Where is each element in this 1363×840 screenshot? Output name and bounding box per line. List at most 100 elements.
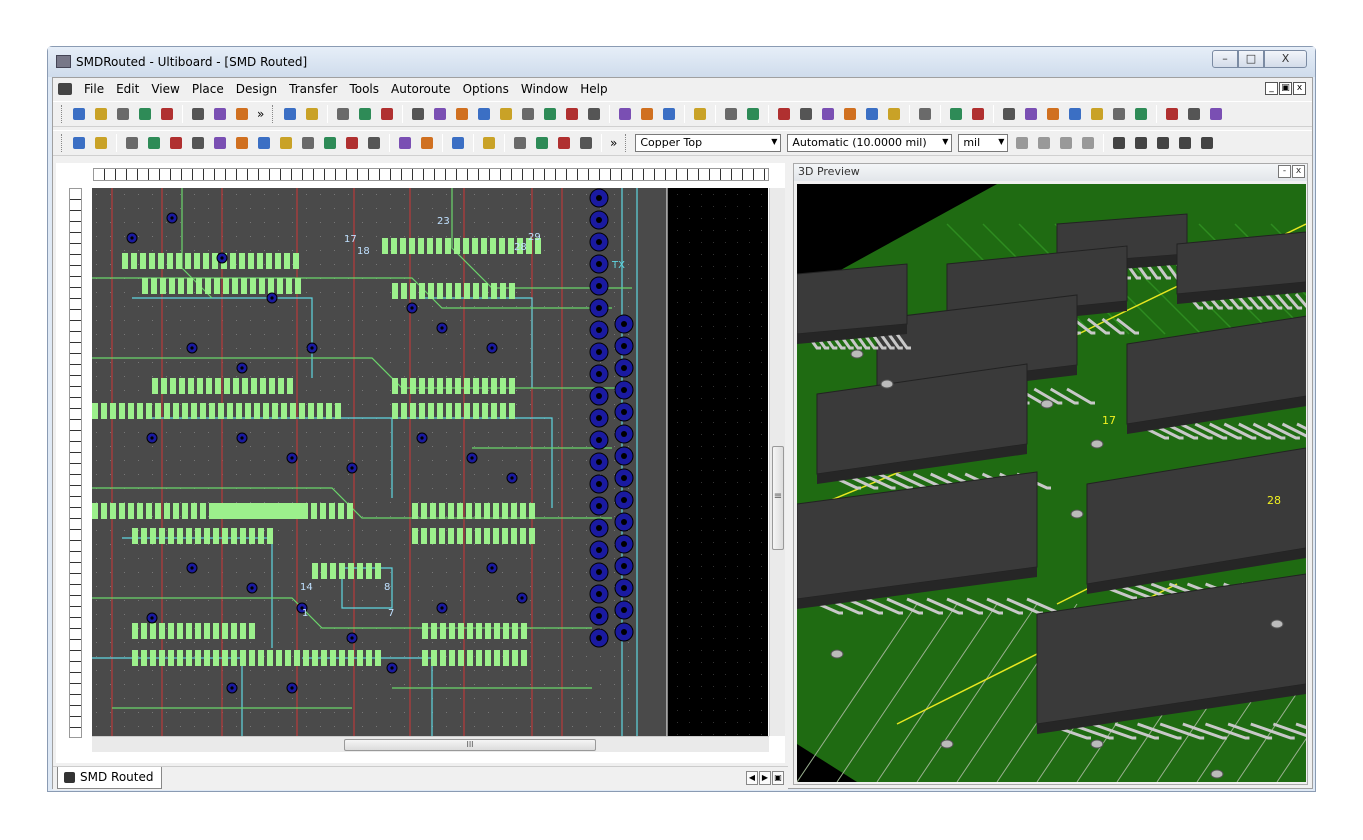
copper-icon[interactable] <box>449 134 467 152</box>
line10-icon[interactable] <box>343 134 361 152</box>
place-part-icon[interactable] <box>378 105 396 123</box>
select-icon[interactable] <box>281 105 299 123</box>
preview-pin-button[interactable]: - <box>1278 165 1291 178</box>
close-button[interactable]: X <box>1264 50 1307 68</box>
netlist-icon[interactable] <box>356 105 374 123</box>
selection-icon[interactable] <box>660 105 678 123</box>
line3-icon[interactable] <box>189 134 207 152</box>
place-component-icon[interactable] <box>409 105 427 123</box>
maximize-button[interactable]: □ <box>1238 50 1264 68</box>
toolbar-grip[interactable] <box>61 134 64 152</box>
pcb-layout[interactable]: 23 17 28 18 29 TX 8 7 1 14 <box>92 188 768 736</box>
horizontal-scrollbar[interactable]: III <box>92 736 769 752</box>
via-icon[interactable] <box>480 134 498 152</box>
tab-smd-routed[interactable]: SMD Routed <box>57 767 163 789</box>
filter2-icon[interactable] <box>1022 105 1040 123</box>
vertical-scroll-thumb[interactable]: ≡ <box>772 446 784 550</box>
ratsnest3-icon[interactable] <box>916 105 934 123</box>
copy-icon[interactable] <box>211 105 229 123</box>
filter8-icon[interactable] <box>1163 105 1181 123</box>
toolbar-grip[interactable] <box>61 105 64 123</box>
draw-trace2-icon[interactable] <box>475 105 493 123</box>
mdi-close-button[interactable]: x <box>1293 82 1306 95</box>
pointer-icon[interactable] <box>123 134 141 152</box>
menu-transfer[interactable]: Transfer <box>283 82 343 96</box>
filter4-icon[interactable] <box>1066 105 1084 123</box>
text2-icon[interactable] <box>533 134 551 152</box>
trace2-icon[interactable] <box>418 134 436 152</box>
menu-file[interactable]: File <box>78 82 110 96</box>
line7-icon[interactable] <box>277 134 295 152</box>
mdi-restore-button[interactable]: ▣ <box>1279 82 1292 95</box>
table-icon[interactable] <box>334 105 352 123</box>
draw-trace3-icon[interactable] <box>497 105 515 123</box>
pcb-drawing[interactable]: 2317281829TX87114 <box>92 188 768 736</box>
tab-next-button[interactable]: ▶ <box>759 771 771 785</box>
board-icon[interactable] <box>577 134 595 152</box>
units-select[interactable]: mil <box>958 134 1009 152</box>
trace-icon[interactable] <box>396 134 414 152</box>
line-icon[interactable] <box>145 134 163 152</box>
draw-trace4-icon[interactable] <box>519 105 537 123</box>
line2-icon[interactable] <box>167 134 185 152</box>
refresh-icon[interactable] <box>722 105 740 123</box>
doc-icon[interactable] <box>58 83 72 95</box>
3d-icon[interactable] <box>1185 105 1203 123</box>
menu-autoroute[interactable]: Autoroute <box>385 82 457 96</box>
minimize-button[interactable]: – <box>1212 50 1238 68</box>
line9-icon[interactable] <box>321 134 339 152</box>
line8-icon[interactable] <box>299 134 317 152</box>
vertical-scrollbar[interactable]: ≡ <box>769 188 785 736</box>
new-file-icon[interactable] <box>70 105 88 123</box>
draw-trace5-icon[interactable] <box>541 105 559 123</box>
zoom-window-icon[interactable] <box>819 105 837 123</box>
fill-color-icon[interactable] <box>1035 134 1053 152</box>
toolbar-overflow-icon[interactable]: » <box>610 136 617 150</box>
toolbar-grip[interactable] <box>625 134 628 152</box>
zoom-in-icon[interactable] <box>775 105 793 123</box>
filter6-icon[interactable] <box>1110 105 1128 123</box>
menu-design[interactable]: Design <box>230 82 283 96</box>
menu-options[interactable]: Options <box>457 82 515 96</box>
line-style-icon[interactable] <box>1079 134 1097 152</box>
menu-edit[interactable]: Edit <box>110 82 145 96</box>
flip-horizontal-icon[interactable] <box>1154 134 1172 152</box>
3d-board-drawing[interactable]: 1728 <box>797 184 1306 782</box>
menu-tools[interactable]: Tools <box>343 82 385 96</box>
flip-vertical-icon[interactable] <box>1176 134 1194 152</box>
autoplace-icon[interactable] <box>638 105 656 123</box>
menu-help[interactable]: Help <box>574 82 613 96</box>
filter7-icon[interactable] <box>1132 105 1150 123</box>
horizontal-scroll-thumb[interactable]: III <box>344 739 596 751</box>
tab-prev-button[interactable]: ◀ <box>746 771 758 785</box>
menu-place[interactable]: Place <box>186 82 230 96</box>
rotate-icon[interactable] <box>1198 134 1216 152</box>
paste-icon[interactable] <box>233 105 251 123</box>
ratsnest5-icon[interactable] <box>969 105 987 123</box>
align-icon[interactable] <box>1110 134 1128 152</box>
autoroute-icon[interactable] <box>616 105 634 123</box>
line6-icon[interactable] <box>255 134 273 152</box>
text3-icon[interactable] <box>555 134 573 152</box>
place-block-icon[interactable] <box>431 105 449 123</box>
filter-icon[interactable] <box>1000 105 1018 123</box>
tab-list-button[interactable]: ▣ <box>772 771 784 785</box>
menu-window[interactable]: Window <box>515 82 574 96</box>
text-size-icon[interactable] <box>1132 134 1150 152</box>
line11-icon[interactable] <box>365 134 383 152</box>
filter3-icon[interactable] <box>1044 105 1062 123</box>
line-width-icon[interactable] <box>1057 134 1075 152</box>
fill-icon[interactable] <box>1013 134 1031 152</box>
toolbar-grip[interactable] <box>272 105 275 123</box>
zoom-out-icon[interactable] <box>797 105 815 123</box>
print-icon[interactable] <box>158 105 176 123</box>
text-icon[interactable] <box>511 134 529 152</box>
ratsnest2-icon[interactable] <box>885 105 903 123</box>
open-icon[interactable] <box>92 105 110 123</box>
preview-close-button[interactable]: x <box>1292 165 1305 178</box>
filter5-icon[interactable] <box>1088 105 1106 123</box>
route-icon[interactable] <box>585 105 603 123</box>
3d-preview-view[interactable]: 17 28 <box>797 184 1306 782</box>
open-folder-icon[interactable] <box>114 105 132 123</box>
toolbar-overflow-icon[interactable]: » <box>257 107 264 121</box>
